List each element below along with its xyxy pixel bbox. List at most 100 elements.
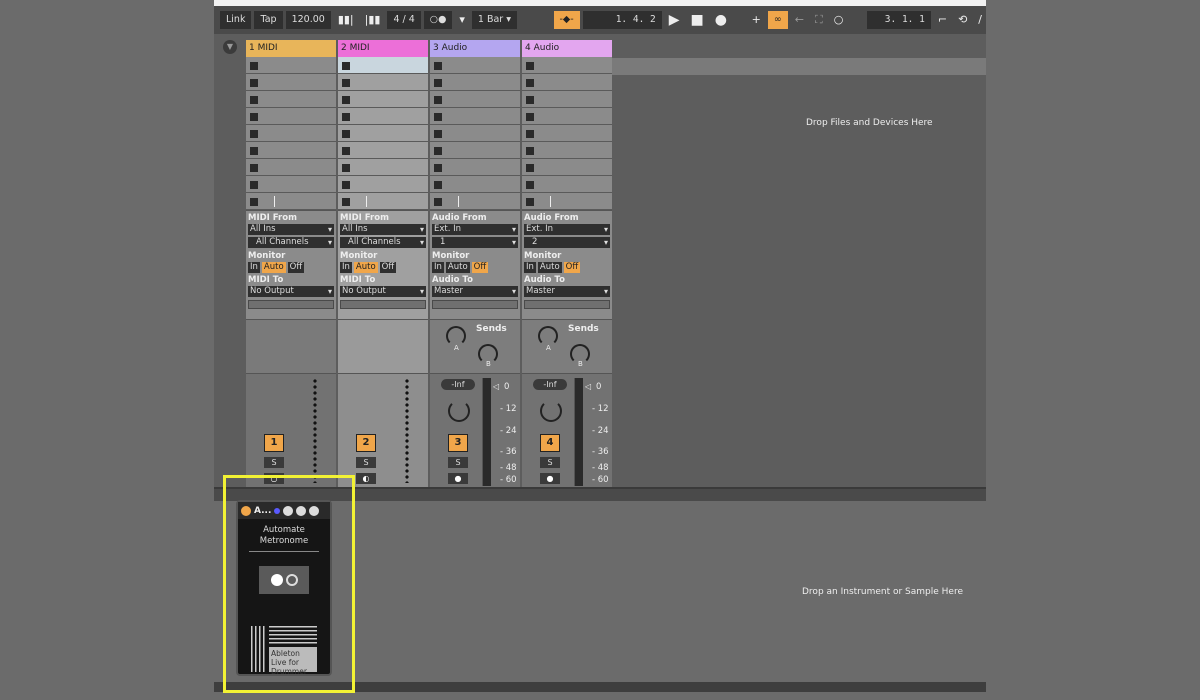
- input-channel-dropdown[interactable]: All Channels: [340, 237, 426, 248]
- pan-knob[interactable]: [540, 400, 562, 422]
- track-activator-button[interactable]: 1: [264, 434, 284, 452]
- clip-stop-icon[interactable]: [526, 113, 534, 121]
- monitor-off-button[interactable]: Off: [471, 262, 489, 273]
- clip-slot[interactable]: [246, 108, 336, 125]
- monitor-in-button[interactable]: In: [340, 262, 352, 273]
- send-a-knob[interactable]: [446, 326, 466, 346]
- clip-stop-icon[interactable]: [434, 130, 442, 138]
- arm-button[interactable]: ●: [540, 473, 560, 484]
- fold-icon[interactable]: ▼: [223, 40, 237, 54]
- clip-slot[interactable]: [522, 193, 612, 210]
- clip-stop-icon[interactable]: [342, 164, 350, 172]
- clip-stop-icon[interactable]: [526, 198, 534, 206]
- nudge-up-icon[interactable]: |▮▮: [361, 11, 385, 29]
- clip-slot[interactable]: [246, 159, 336, 176]
- tap-tempo-button[interactable]: Tap: [254, 11, 283, 29]
- clip-stop-icon[interactable]: [342, 130, 350, 138]
- metronome-menu-icon[interactable]: ▾: [455, 11, 469, 29]
- clip-stop-icon[interactable]: [526, 147, 534, 155]
- clip-stop-icon[interactable]: [250, 130, 258, 138]
- solo-button[interactable]: S: [264, 457, 284, 468]
- clip-slot[interactable]: [430, 176, 520, 193]
- clip-slot[interactable]: [246, 57, 336, 74]
- track-activator-button[interactable]: 3: [448, 434, 468, 452]
- clip-slot[interactable]: [246, 74, 336, 91]
- clip-slot[interactable]: [430, 125, 520, 142]
- clip-stop-icon[interactable]: [526, 62, 534, 70]
- clip-slot[interactable]: [430, 57, 520, 74]
- track-activator-button[interactable]: 2: [356, 434, 376, 452]
- output-type-dropdown[interactable]: Master: [432, 286, 518, 297]
- monitor-auto-button[interactable]: Auto: [537, 262, 562, 273]
- clip-stop-icon[interactable]: [526, 181, 534, 189]
- output-type-dropdown[interactable]: Master: [524, 286, 610, 297]
- track-header[interactable]: 4 Audio: [522, 40, 612, 57]
- punch-out-icon[interactable]: /: [974, 11, 986, 29]
- clip-slot[interactable]: [522, 125, 612, 142]
- input-channel-dropdown[interactable]: 2: [524, 237, 610, 248]
- clip-stop-icon[interactable]: [526, 164, 534, 172]
- track-header[interactable]: 1 MIDI: [246, 40, 336, 57]
- clip-slot[interactable]: [522, 159, 612, 176]
- time-signature-field[interactable]: 4 / 4: [387, 11, 421, 29]
- input-channel-dropdown[interactable]: All Channels: [248, 237, 334, 248]
- output-channel-field[interactable]: [248, 300, 334, 309]
- volume-marker-icon[interactable]: ◁: [585, 382, 591, 391]
- overdub-icon[interactable]: +: [748, 11, 765, 29]
- back-to-arrangement-icon[interactable]: ←: [791, 11, 808, 29]
- clip-stop-icon[interactable]: [434, 79, 442, 87]
- clip-stop-icon[interactable]: [526, 96, 534, 104]
- level-meter[interactable]: [574, 378, 583, 486]
- solo-button[interactable]: S: [448, 457, 468, 468]
- level-meter[interactable]: [482, 378, 491, 486]
- clip-stop-icon[interactable]: [434, 164, 442, 172]
- clip-stop-icon[interactable]: [250, 79, 258, 87]
- clip-slot[interactable]: [246, 193, 336, 210]
- volume-field[interactable]: -Inf: [533, 379, 567, 390]
- arm-button[interactable]: ●: [448, 473, 468, 484]
- send-a-knob[interactable]: [538, 326, 558, 346]
- clip-stop-icon[interactable]: [434, 113, 442, 121]
- clip-slot[interactable]: [522, 91, 612, 108]
- session-record-icon[interactable]: ○: [830, 11, 848, 29]
- clip-stop-icon[interactable]: [526, 79, 534, 87]
- clip-slot[interactable]: [430, 142, 520, 159]
- output-channel-field[interactable]: [432, 300, 518, 309]
- clip-stop-icon[interactable]: [250, 147, 258, 155]
- clip-stop-icon[interactable]: [250, 181, 258, 189]
- arrangement-position[interactable]: 1. 4. 2: [582, 11, 662, 29]
- monitor-auto-button[interactable]: Auto: [261, 262, 286, 273]
- monitor-in-button[interactable]: In: [524, 262, 536, 273]
- output-type-dropdown[interactable]: No Output: [340, 286, 426, 297]
- output-type-dropdown[interactable]: No Output: [248, 286, 334, 297]
- clip-stop-icon[interactable]: [250, 62, 258, 70]
- clip-slot[interactable]: [430, 159, 520, 176]
- clip-slot[interactable]: [338, 193, 428, 210]
- automation-arm-icon[interactable]: ∞: [767, 11, 788, 29]
- clip-slot[interactable]: [522, 176, 612, 193]
- clip-slot[interactable]: [522, 108, 612, 125]
- arm-button[interactable]: ◐: [356, 473, 376, 484]
- clip-stop-icon[interactable]: [342, 62, 350, 70]
- monitor-in-button[interactable]: In: [432, 262, 444, 273]
- clip-stop-icon[interactable]: [342, 113, 350, 121]
- clip-slot[interactable]: [430, 91, 520, 108]
- input-type-dropdown[interactable]: All Ins: [340, 224, 426, 235]
- input-type-dropdown[interactable]: All Ins: [248, 224, 334, 235]
- metronome-button[interactable]: ○●: [423, 11, 453, 29]
- clip-stop-icon[interactable]: [434, 181, 442, 189]
- output-channel-field[interactable]: [524, 300, 610, 309]
- clip-slot[interactable]: [522, 142, 612, 159]
- clip-stop-icon[interactable]: [342, 147, 350, 155]
- clip-stop-icon[interactable]: [434, 198, 442, 206]
- nudge-down-icon[interactable]: ▮▮|: [334, 11, 358, 29]
- clip-slot[interactable]: [522, 57, 612, 74]
- monitor-off-button[interactable]: Off: [379, 262, 397, 273]
- clip-slot[interactable]: [430, 74, 520, 91]
- clip-stop-icon[interactable]: [526, 130, 534, 138]
- clip-stop-icon[interactable]: [342, 181, 350, 189]
- link-button[interactable]: Link: [220, 11, 252, 29]
- clip-slot[interactable]: [246, 142, 336, 159]
- clip-slot[interactable]: [246, 91, 336, 108]
- clip-stop-icon[interactable]: [342, 79, 350, 87]
